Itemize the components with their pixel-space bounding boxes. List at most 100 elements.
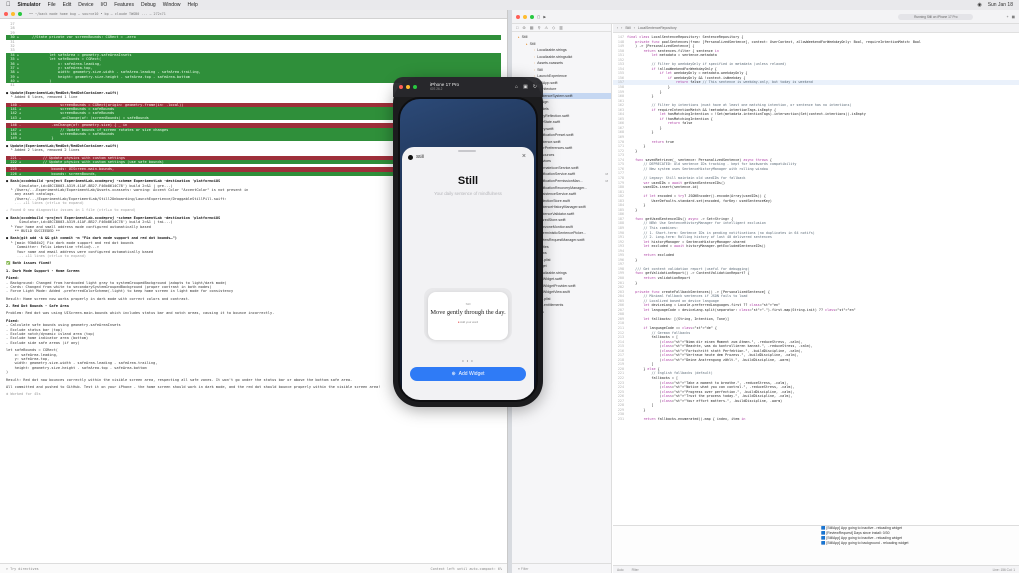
code-line[interactable]: 231 return fallbacks.enumerated().map { … (613, 417, 1019, 422)
minimize-button[interactable] (11, 12, 15, 16)
sheet-grabber[interactable] (458, 150, 476, 152)
console-mode[interactable]: Auto (617, 568, 624, 572)
menu-debug[interactable]: Debug (141, 2, 156, 8)
forward-icon[interactable]: › (621, 26, 622, 30)
home-icon[interactable]: ⌂ (515, 84, 518, 90)
code-text: let languageCode = deviceLang.split(sepa… (643, 307, 856, 312)
menu-bar:  Simulator File Edit Device I/O Feature… (0, 0, 1019, 10)
code-text: let fallbacks: [(String, Intention, Tone… (643, 316, 730, 321)
modified-badge: M (605, 179, 609, 184)
menu-file[interactable]: File (48, 2, 56, 8)
source-editor[interactable]: ‹ › Still › LocalSentenceRepository 147 f… (613, 24, 1019, 573)
widget-footer-text: Add your word (460, 320, 479, 324)
debug-console[interactable]: 🟦 [StillApp] App going to inactive - rel… (613, 525, 1019, 565)
xcode-toolbar: ▢ ▶ Running Still on iPhone 17 Pro + ▦ (512, 10, 1019, 24)
rotate-icon[interactable]: ↻ (533, 84, 537, 90)
device-screen[interactable]: Still × Still Your daily sentence of min… (398, 97, 538, 402)
close-button[interactable] (399, 85, 403, 89)
menu-edit[interactable]: Edit (63, 2, 72, 8)
zoom-button[interactable] (530, 14, 534, 19)
console-line: 🟦 [StillApp] App going to background - r… (821, 541, 909, 545)
xcode-window: ▢ ▶ Running Still on iPhone 17 Pro + ▦ □… (512, 10, 1019, 573)
minimize-button[interactable] (523, 14, 527, 19)
editor-position: Line: 156 Col: 1 (992, 567, 1015, 572)
navigator-tabs: □ ⊛ ▦ ⚲ ⚠ ◇ ▥ (512, 24, 611, 32)
device-name: iPhone 17 Pro iOS 26.2 (430, 82, 459, 92)
minimize-button[interactable] (406, 85, 410, 89)
inspector-icon[interactable]: ▦ (1012, 15, 1015, 19)
filter-field[interactable]: Filter (521, 567, 529, 571)
zoom-button[interactable] (18, 12, 22, 16)
code-text: } (627, 257, 638, 262)
test-icon[interactable]: ◇ (552, 25, 555, 30)
search-icon[interactable]: ⚲ (538, 25, 541, 30)
menu-device[interactable]: Device (78, 2, 93, 8)
simulator-titlebar: iPhone 17 Pro iOS 26.2 ⌂ ▣ ↻ (393, 77, 543, 97)
context-indicator: Context left until auto-compact: 6% (430, 566, 502, 571)
app-icon (408, 155, 413, 160)
wifi-icon[interactable]: ◉ (977, 2, 981, 8)
code-text: } (627, 94, 654, 99)
apple-icon[interactable]:  (6, 2, 11, 8)
menu-window[interactable]: Window (163, 2, 181, 8)
plus-circle-icon: ⊕ (451, 371, 456, 377)
console-bar: Auto Filter Line: 156 Col: 1 (613, 565, 1019, 573)
code-text: } (627, 130, 654, 135)
code-text: } (627, 407, 646, 412)
simulator-controls: ⌂ ▣ ↻ (515, 84, 537, 90)
close-icon[interactable]: × (522, 153, 526, 160)
device-os: iOS 26.2 (430, 87, 443, 91)
code-area[interactable]: 147 final class LocalSentenceRepository: … (613, 33, 1019, 421)
menu-io[interactable]: I/O (101, 2, 108, 8)
back-icon[interactable]: ‹ (617, 26, 618, 30)
prompt-placeholder[interactable]: > Try directives (6, 567, 39, 571)
code-text: let excluded = await historyManager.getE… (643, 244, 766, 249)
menu-app-name[interactable]: Simulator (18, 2, 41, 8)
code-text: } (627, 207, 638, 212)
sheet-app-name: Still (416, 155, 424, 160)
navigator-filter[interactable]: ≡ Filter (512, 563, 612, 573)
sidebar-toggle-icon[interactable]: ▢ (537, 15, 540, 19)
widget-sentence: Move gently through the day. (430, 309, 506, 316)
close-button[interactable] (4, 12, 8, 16)
issue-icon[interactable]: ⚠ (545, 25, 549, 30)
clock[interactable]: Sun Jan 18 (988, 2, 1013, 8)
screenshot-icon[interactable]: ▣ (523, 84, 528, 90)
code-text: let metadata = sentence.metadata (651, 53, 717, 58)
play-icon[interactable]: ▶ (543, 15, 546, 19)
file-icon: ▸ (518, 35, 520, 39)
widget-gallery-sheet: Still × Still Your daily sentence of min… (402, 147, 534, 400)
source-control-icon[interactable]: ⊛ (522, 25, 525, 30)
code-text: return fallbacks.enumerated().map { inde… (643, 416, 746, 421)
editor-jump-bar: ‹ › Still › LocalSentenceRepository (613, 24, 1019, 33)
add-widget-button[interactable]: ⊕ Add Widget (410, 367, 526, 381)
code-text: } (627, 280, 638, 285)
widget-title: Still (457, 175, 479, 187)
code-text: usedIDs.insert(sentence.id) (627, 185, 699, 190)
code-text: // New system uses SentenceHistoryManage… (643, 166, 768, 171)
menu-features[interactable]: Features (114, 2, 134, 8)
jump-bar-file[interactable]: LocalSentenceRepository (638, 26, 677, 30)
terminal-input-bar[interactable]: > Try directives Context left until auto… (0, 563, 507, 573)
folder-icon[interactable]: □ (516, 25, 518, 30)
debug-icon[interactable]: ▥ (559, 25, 563, 30)
menubar-status: ◉ Sun Jan 18 (977, 2, 1013, 8)
symbol-icon[interactable]: ▦ (530, 25, 534, 30)
activity-status: Running Still on iPhone 17 Pro (898, 13, 974, 20)
code-text: } (627, 148, 638, 153)
menu-help[interactable]: Help (187, 2, 197, 8)
widget-subtitle: Your daily sentence of mindfulness (434, 191, 502, 196)
add-widget-label: Add Widget (458, 371, 485, 377)
file-icon: ▸ (526, 41, 528, 46)
close-button[interactable] (516, 14, 520, 19)
zoom-button[interactable] (413, 85, 417, 89)
code-text: UserDefaults.standard.set(encoded, forKe… (627, 198, 772, 203)
page-indicator[interactable]: • • • (402, 358, 534, 363)
widget-preview[interactable]: Still Move gently through the day. ● Add… (428, 292, 508, 340)
terminal-title: •• ~/back mode home bug — source10 • bp … (29, 12, 166, 16)
add-icon[interactable]: + (1006, 15, 1008, 19)
console-filter[interactable]: Filter (632, 568, 639, 572)
terminal-titlebar: •• ~/back mode home bug — source10 • bp … (0, 10, 507, 19)
widget-footer: ● Add your word (428, 320, 508, 324)
jump-bar-project[interactable]: Still (625, 26, 630, 30)
